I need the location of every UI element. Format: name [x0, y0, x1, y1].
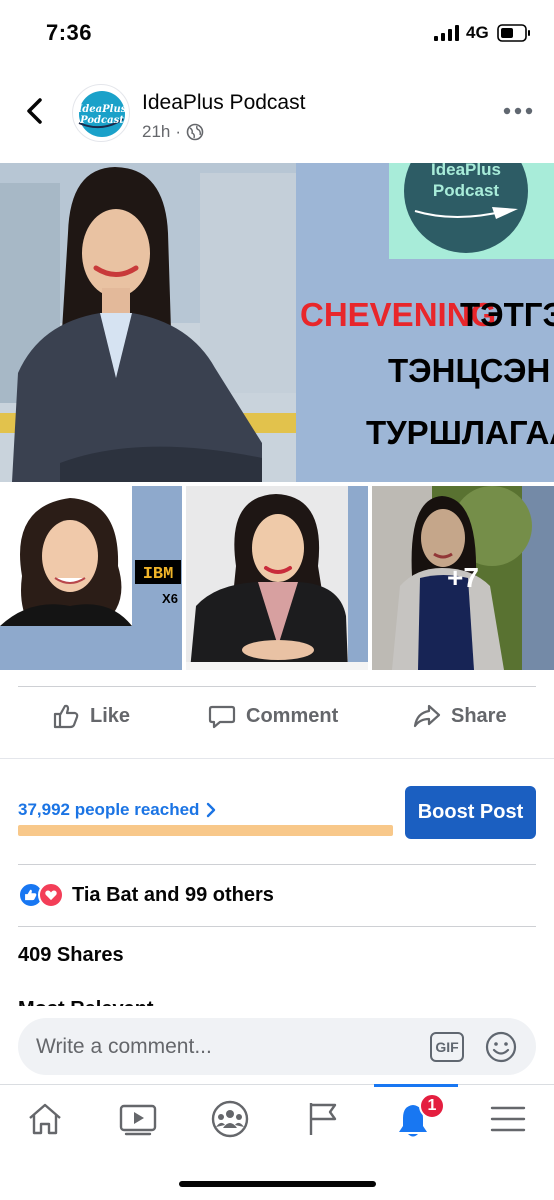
- comment-button[interactable]: Comment: [208, 690, 338, 742]
- reaction-icons: [18, 882, 66, 908]
- comment-bubble-icon: [208, 705, 236, 729]
- people-reached-text: 37,992 people reached: [18, 800, 200, 819]
- thumbs-up-icon: [53, 704, 79, 729]
- post-timestamp[interactable]: 21h: [142, 122, 170, 142]
- people-reached-link[interactable]: 37,992 people reached: [18, 800, 217, 820]
- thumbnail-3[interactable]: +7: [372, 486, 554, 670]
- svg-text:ТЭНЦСЭН: ТЭНЦСЭН: [388, 352, 550, 389]
- thumbnail-2-graphic: [186, 486, 368, 670]
- reach-progress-bar: [18, 825, 393, 836]
- like-button[interactable]: Like: [52, 690, 130, 742]
- page-avatar[interactable]: IdeaPlus Podcast: [72, 84, 130, 142]
- gif-button[interactable]: GIF: [430, 1032, 464, 1062]
- boost-post-button[interactable]: Boost Post: [405, 786, 536, 839]
- battery-icon: [497, 24, 530, 42]
- bottom-navigation: 1: [0, 1084, 554, 1200]
- post-meta: 21h ·: [142, 122, 204, 142]
- svg-text:Х6: Х6: [162, 591, 178, 606]
- comment-input[interactable]: Write a comment... GIF: [18, 1018, 536, 1075]
- svg-text:IBM: IBM: [143, 565, 174, 584]
- home-indicator: [179, 1181, 376, 1187]
- more-options-icon[interactable]: [500, 104, 536, 118]
- active-tab-indicator: [374, 1084, 458, 1087]
- meta-separator: ·: [175, 122, 182, 141]
- globe-icon: [186, 123, 204, 141]
- svg-text:IdeaPlus: IdeaPlus: [77, 104, 127, 115]
- more-photos-count: +7: [447, 562, 479, 593]
- status-bar: 7:36 4G: [0, 0, 554, 66]
- share-label: Share: [451, 704, 507, 727]
- comment-label: Comment: [246, 704, 339, 727]
- status-time: 7:36: [46, 20, 93, 45]
- notification-badge: 1: [419, 1093, 445, 1119]
- like-label: Like: [90, 704, 131, 727]
- section-divider: [0, 758, 554, 759]
- signal-icon: [434, 25, 459, 41]
- comment-composer: Write a comment... GIF: [0, 1006, 554, 1086]
- svg-text:Podcast: Podcast: [79, 115, 124, 126]
- watch-video-icon[interactable]: [118, 1099, 158, 1139]
- menu-hamburger-icon[interactable]: [488, 1099, 528, 1139]
- groups-icon[interactable]: [210, 1099, 250, 1139]
- reactions-text: Tia Bat and 99 others: [72, 883, 274, 906]
- svg-text:Podcast: Podcast: [433, 181, 499, 200]
- thumbnail-1-graphic: IBM Х6: [0, 486, 182, 670]
- comment-placeholder: Write a comment...: [36, 1035, 212, 1058]
- pages-flag-icon[interactable]: [303, 1099, 343, 1139]
- divider-top: [18, 686, 536, 687]
- home-icon[interactable]: [25, 1099, 65, 1139]
- divider-insights: [18, 864, 536, 865]
- svg-text:ТЭТГЭ: ТЭТГЭ: [460, 296, 554, 333]
- thumbnail-2[interactable]: [186, 486, 368, 670]
- post-actions: Like Comment Share: [0, 690, 554, 742]
- hero-image-graphic: IdeaPlus Podcast CHEVENING ТЭТГЭ ТЭНЦСЭН…: [0, 163, 554, 482]
- svg-text:ТУРШЛАГААС: ТУРШЛАГААС: [366, 414, 554, 451]
- post-header: IdeaPlus Podcast IdeaPlus Podcast 21h ·: [0, 74, 554, 154]
- divider-reactions: [18, 926, 536, 927]
- chevron-right-icon: [207, 802, 216, 818]
- thumbnail-1[interactable]: IBM Х6: [0, 486, 182, 670]
- share-arrow-icon: [413, 704, 441, 728]
- svg-text:IdeaPlus: IdeaPlus: [431, 163, 501, 179]
- emoji-icon[interactable]: [484, 1030, 518, 1064]
- reactions-summary[interactable]: Tia Bat and 99 others: [18, 882, 274, 908]
- network-type: 4G: [466, 23, 489, 42]
- back-arrow-icon[interactable]: [22, 94, 48, 128]
- share-button[interactable]: Share: [413, 690, 507, 742]
- page-name[interactable]: IdeaPlus Podcast: [142, 91, 305, 115]
- love-reaction-icon: [38, 882, 64, 908]
- ideaplus-logo-icon: IdeaPlus Podcast: [77, 91, 127, 137]
- post-thumbnails: IBM Х6 +7: [0, 486, 554, 670]
- shares-count[interactable]: 409 Shares: [18, 944, 124, 967]
- post-hero-image[interactable]: IdeaPlus Podcast CHEVENING ТЭТГЭ ТЭНЦСЭН…: [0, 163, 554, 482]
